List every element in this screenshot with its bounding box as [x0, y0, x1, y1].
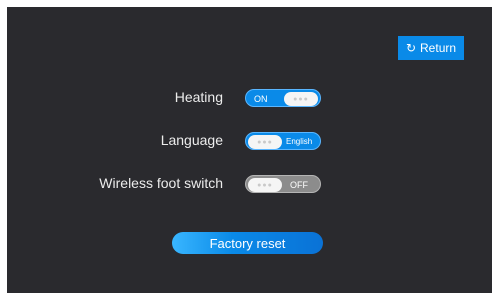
heating-toggle[interactable]: ON ●●● [245, 89, 321, 107]
heating-label: Heating [174, 89, 223, 105]
language-toggle[interactable]: ●●● English [245, 132, 321, 150]
heating-state: ON [254, 94, 268, 104]
return-button[interactable]: ↻ Return [398, 36, 464, 60]
factory-reset-button[interactable]: Factory reset [172, 232, 323, 254]
settings-screen: ↻ Return Heating ON ●●● Language ●●● Eng… [7, 7, 492, 293]
language-state: English [286, 137, 313, 146]
wireless-foot-switch-label: Wireless foot switch [99, 175, 223, 191]
return-label: Return [420, 41, 457, 55]
wireless-foot-switch-state: OFF [290, 180, 308, 190]
wireless-foot-switch-toggle[interactable]: ●●● OFF [245, 175, 321, 193]
language-toggle-knob: ●●● [248, 135, 282, 149]
wireless-foot-switch-knob: ●●● [248, 178, 282, 192]
heating-toggle-knob: ●●● [284, 92, 318, 106]
refresh-arrow-icon: ↻ [405, 41, 417, 55]
language-label: Language [160, 132, 223, 148]
